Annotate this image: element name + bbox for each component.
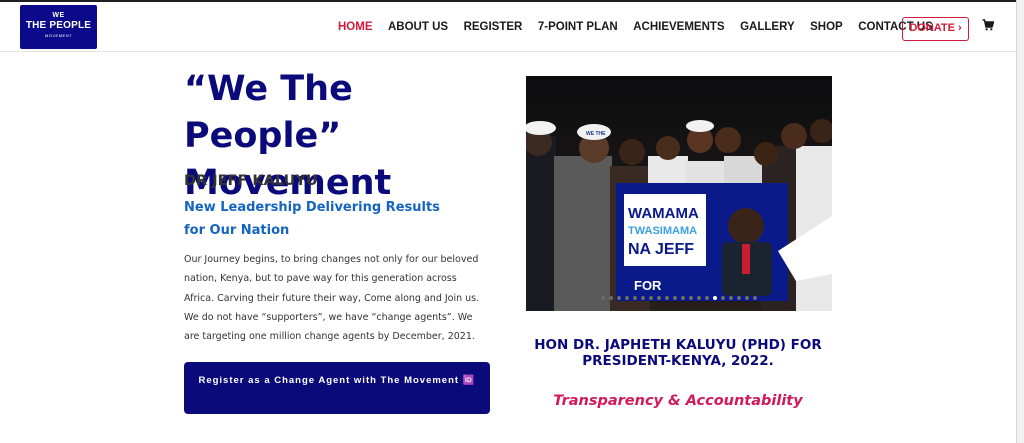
slider-dot[interactable] xyxy=(641,296,645,300)
candidate-caption: HON DR. JAPHETH KALUYU (PHD) FOR PRESIDE… xyxy=(534,337,822,369)
slider-dot[interactable] xyxy=(625,296,629,300)
logo-line-1: WE xyxy=(52,12,65,19)
slider-dot[interactable] xyxy=(697,296,701,300)
slider-dot[interactable] xyxy=(737,296,741,300)
slider-dot[interactable] xyxy=(649,296,653,300)
logo-line-3: MOVEMENT xyxy=(44,33,73,38)
nav-item-shop[interactable]: SHOP xyxy=(810,21,843,33)
campaign-photo-slider[interactable]: WE THE WAMAMA TWASIMAMA NA JEFF FOR xyxy=(526,76,832,311)
slider-dot[interactable] xyxy=(617,296,621,300)
slider-dot[interactable] xyxy=(705,296,709,300)
nav-item-7-point-plan[interactable]: 7-POINT PLAN xyxy=(538,21,618,33)
slider-dot[interactable] xyxy=(673,296,677,300)
main-nav: HOME ABOUT US REGISTER 7-POINT PLAN ACHI… xyxy=(338,2,948,52)
svg-text:FOR: FOR xyxy=(634,278,662,293)
hero-body: Our Journey begins, to bring changes not… xyxy=(184,250,484,346)
page: WE THE PEOPLE MOVEMENT HOME ABOUT US REG… xyxy=(0,0,1024,443)
scrollbar[interactable] xyxy=(1016,0,1024,443)
site-logo[interactable]: WE THE PEOPLE MOVEMENT xyxy=(20,5,97,49)
slider-dot[interactable] xyxy=(713,296,717,300)
slider-dot[interactable] xyxy=(721,296,725,300)
hero-paragraph: We do not have “supporters”, we have “ch… xyxy=(184,311,475,343)
site-header: WE THE PEOPLE MOVEMENT HOME ABOUT US REG… xyxy=(0,2,1016,52)
slider-dot[interactable] xyxy=(633,296,637,300)
hero-tagline: New Leadership Delivering Results for Ou… xyxy=(184,200,440,238)
slider-dot[interactable] xyxy=(729,296,733,300)
slider-dot[interactable] xyxy=(681,296,685,300)
slider-dot[interactable] xyxy=(601,296,605,300)
cart-icon[interactable] xyxy=(982,18,995,31)
register-change-agent-button[interactable]: Register as a Change Agent with The Move… xyxy=(184,362,490,414)
nav-item-about-us[interactable]: ABOUT US xyxy=(388,21,448,33)
slider-dot[interactable] xyxy=(657,296,661,300)
nav-item-achievements[interactable]: ACHIEVEMENTS xyxy=(633,21,724,33)
svg-text:WE THE: WE THE xyxy=(586,131,606,137)
slider-dot[interactable] xyxy=(745,296,749,300)
svg-text:NA JEFF: NA JEFF xyxy=(628,241,694,258)
svg-text:TWASIMAMA: TWASIMAMA xyxy=(628,225,697,237)
slider-dot[interactable] xyxy=(753,296,757,300)
campaign-motto: Transparency & Accountability xyxy=(553,393,803,409)
slider-dot[interactable] xyxy=(609,296,613,300)
nav-item-home[interactable]: HOME xyxy=(338,21,373,33)
hero-headline-line-1: “We The People” xyxy=(184,69,353,156)
nav-item-register[interactable]: REGISTER xyxy=(464,21,523,33)
campaign-photo: WE THE WAMAMA TWASIMAMA NA JEFF FOR xyxy=(526,76,832,311)
hero-paragraph: Our Journey begins, to bring changes not… xyxy=(184,254,480,304)
svg-text:WAMAMA: WAMAMA xyxy=(628,205,699,222)
hero-subhead: DR JEFF KALUYU xyxy=(184,173,318,189)
slider-dot[interactable] xyxy=(665,296,669,300)
donate-button[interactable]: DONATE › xyxy=(902,17,969,41)
slider-dots xyxy=(526,296,832,300)
nav-item-gallery[interactable]: GALLERY xyxy=(740,21,795,33)
slider-dot[interactable] xyxy=(689,296,693,300)
logo-line-2: THE PEOPLE xyxy=(25,20,92,31)
